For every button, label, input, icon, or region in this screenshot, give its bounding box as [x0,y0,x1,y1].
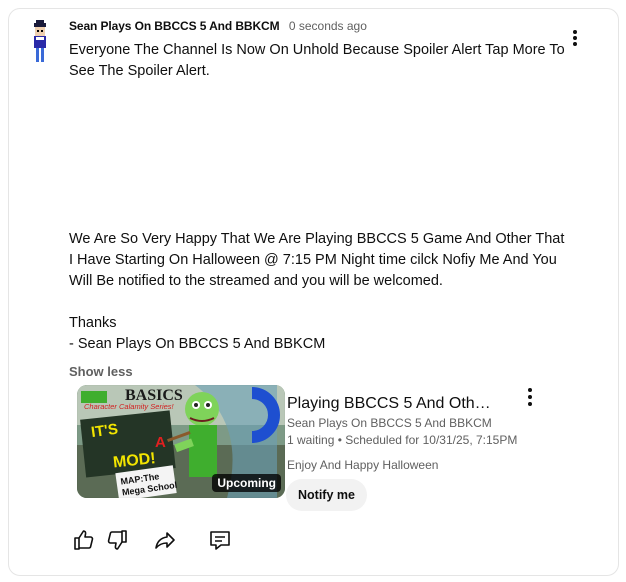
video-schedule-meta: 1 waiting • Scheduled for 10/31/25, 7:15… [287,433,518,447]
avatar[interactable] [28,20,52,64]
thumbs-up-icon[interactable] [72,528,96,552]
notify-me-button[interactable]: Notify me [286,479,367,511]
post-paragraph-2: We Are So Very Happy That We Are Playing… [69,231,565,289]
upcoming-badge: Upcoming [212,474,281,492]
dot-icon [528,388,532,392]
video-description: Enjoy And Happy Halloween [287,458,439,472]
post-body: Everyone The Channel Is Now On Unhold Be… [69,40,569,355]
author-name[interactable]: Sean Plays On BBCCS 5 And BBKCM [69,19,280,33]
post-header: Sean Plays On BBCCS 5 And BBKCM 0 second… [69,18,367,34]
video-more-options-button[interactable] [524,386,536,408]
dot-icon [573,30,577,34]
post-paragraph-1: Everyone The Channel Is Now On Unhold Be… [69,42,565,79]
thumb-series-text: Character Calamity Series! [84,402,175,411]
video-title[interactable]: Playing BBCCS 5 And Other Game On Hallow… [287,394,497,414]
video-channel-name[interactable]: Sean Plays On BBCCS 5 And BBKCM [287,416,492,430]
dot-icon [528,402,532,406]
dot-icon [573,36,577,40]
comment-icon[interactable] [208,528,232,552]
post-timestamp[interactable]: 0 seconds ago [289,19,367,33]
dot-icon [528,395,532,399]
thumbs-down-icon[interactable] [105,528,129,552]
show-less-button[interactable]: Show less [69,364,133,379]
svg-text:A: A [155,434,166,451]
share-icon[interactable] [153,528,177,552]
post-thanks: Thanks [69,315,117,331]
video-thumbnail[interactable]: BASICS Character Calamity Series! IT'S A… [77,385,285,498]
post-signature: - Sean Plays On BBCCS 5 And BBKCM [69,336,326,352]
dot-icon [573,42,577,46]
